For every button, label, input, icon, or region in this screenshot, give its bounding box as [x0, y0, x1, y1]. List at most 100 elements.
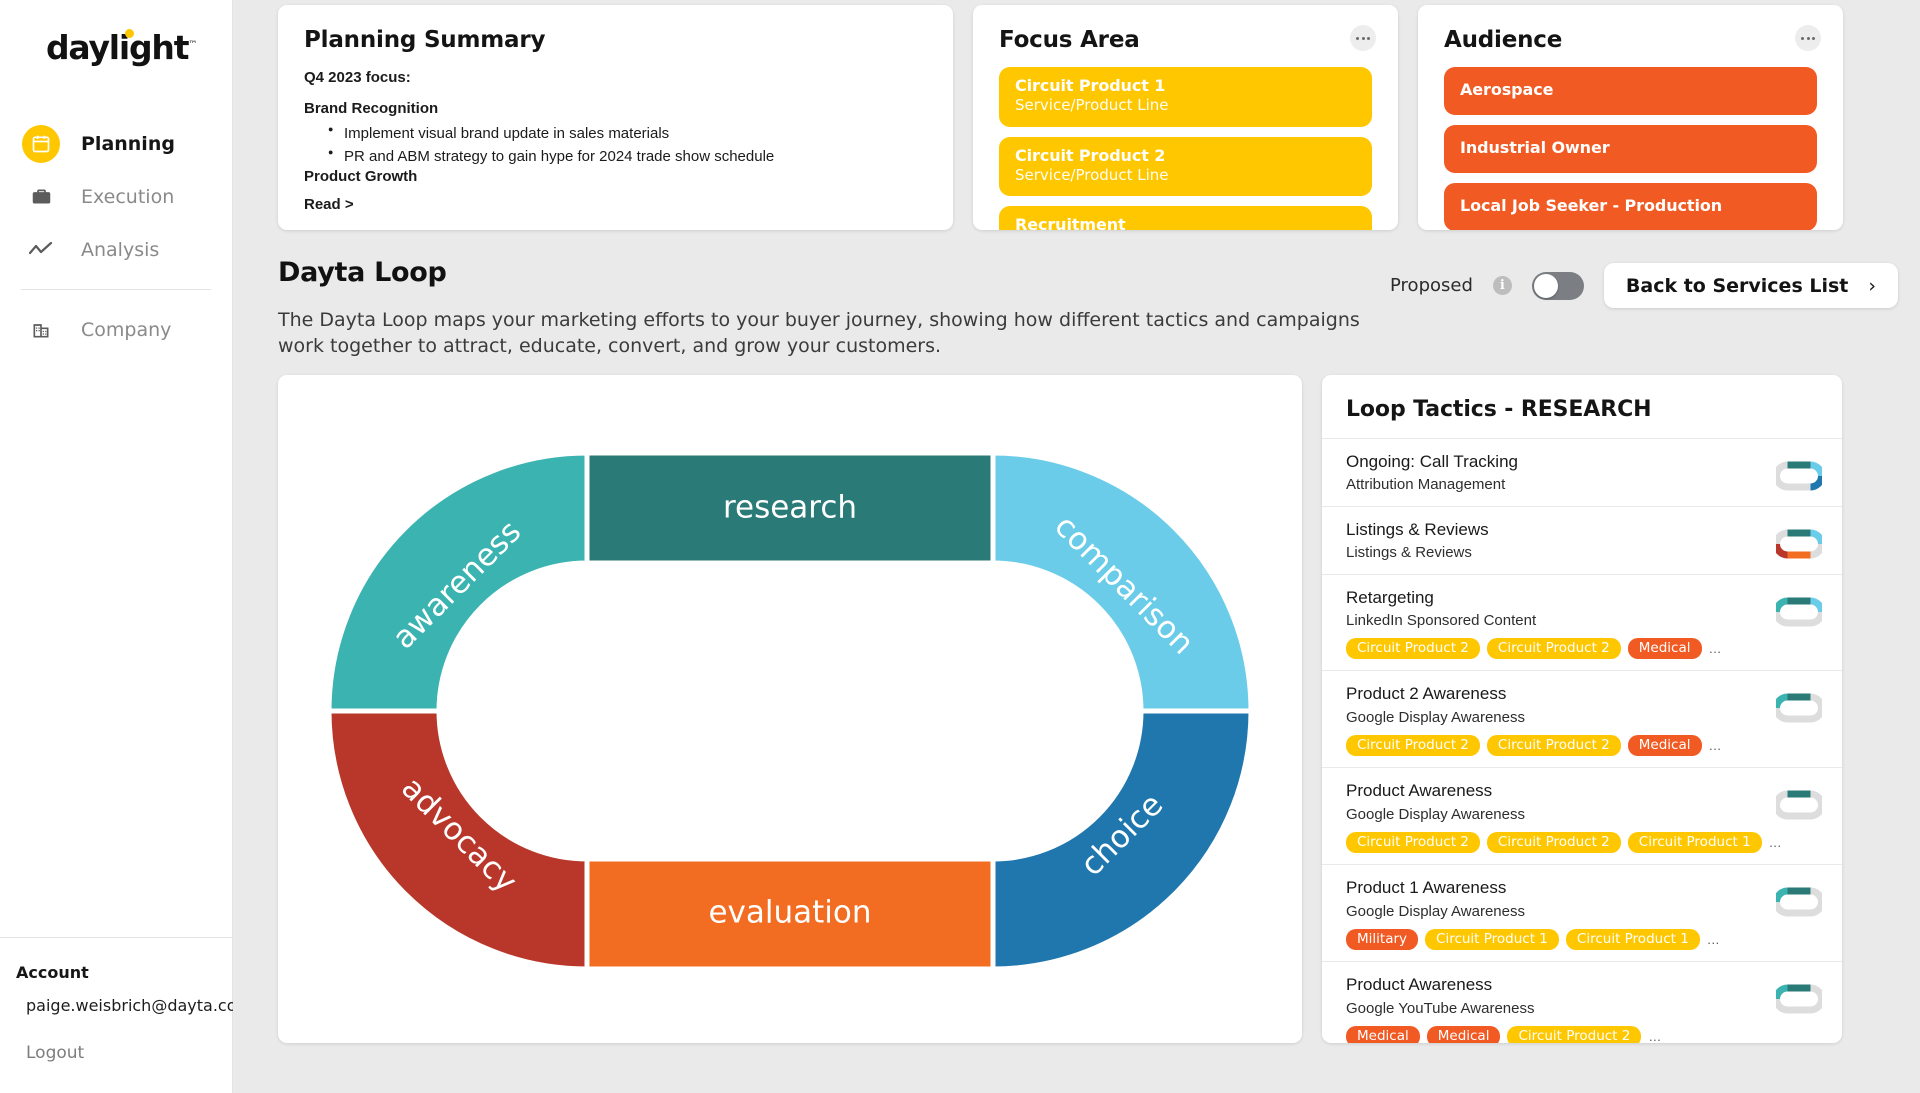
dayta-loop-svg: awareness research comparison choice eva… [326, 450, 1254, 972]
tactic-row[interactable]: Listings & Reviews Listings & Reviews [1322, 505, 1842, 574]
tag[interactable]: Circuit Product 2 [1346, 735, 1480, 757]
tactic-main: Listings & Reviews Listings & Reviews [1346, 519, 1766, 563]
briefcase-icon [22, 178, 60, 216]
loop-title-column: Dayta Loop The Dayta Loop maps your mark… [278, 257, 1390, 360]
tactic-subtitle: LinkedIn Sponsored Content [1346, 612, 1537, 630]
logo-dot-icon [125, 29, 134, 38]
tag[interactable]: Circuit Product 2 [1486, 832, 1621, 854]
list-item[interactable]: Circuit Product 1 Service/Product Line [999, 67, 1372, 127]
audience-card: Audience Aerospace Industrial Owner Loca… [1418, 5, 1843, 230]
sidebar-item-label: Analysis [81, 238, 160, 261]
audience-title: Audience [1444, 27, 1563, 53]
summary-section-heading: Brand Recognition [304, 100, 439, 118]
summary-section-heading: Product Growth [304, 168, 418, 186]
audience-item-name: Local Job Seeker - Production [1460, 196, 1723, 215]
focus-item-name: Circuit Product 2 [1015, 145, 1166, 165]
tag-row: Circuit Product 2 Circuit Product 2 Medica… [1346, 638, 1766, 660]
list-item[interactable]: Industrial Owner [1444, 125, 1817, 173]
tactic-row[interactable]: Product 1 Awareness Google Display Awaren… [1322, 864, 1842, 961]
kebab-menu-icon[interactable] [1350, 25, 1376, 51]
summary-bullet-list: Implement visual brand update in sales m… [304, 122, 927, 169]
mini-loop-icon [1776, 529, 1822, 559]
list-item[interactable]: Circuit Product 2 Service/Product Line [999, 136, 1372, 196]
sidebar-item-label: Planning [81, 132, 175, 155]
tactic-row[interactable]: Retargeting LinkedIn Sponsored Content Cir… [1322, 573, 1842, 671]
main-content: Planning Summary Q4 2023 focus: Brand Re… [233, 0, 1920, 1093]
tactic-name: Product 1 Awareness [1346, 878, 1507, 898]
tag[interactable]: Circuit Product 2 [1486, 735, 1621, 757]
tactic-subtitle: Google Display Awareness [1346, 709, 1525, 727]
tag[interactable]: Circuit Product 2 [1346, 832, 1480, 854]
more-tags-indicator[interactable]: … [1707, 932, 1720, 947]
audience-item-name: Aerospace [1460, 80, 1554, 99]
kebab-menu-icon[interactable] [1795, 25, 1821, 51]
tag[interactable]: Circuit Product 2 [1486, 638, 1621, 660]
tactic-name: Ongoing: Call Tracking [1346, 451, 1518, 471]
planning-summary-body: Q4 2023 focus: Brand Recognition Impleme… [304, 69, 927, 215]
mini-loop-icon [1776, 461, 1822, 491]
app-root: daylight™ Planning Execution Analysis Co… [0, 0, 1920, 1093]
planning-summary-card: Planning Summary Q4 2023 focus: Brand Re… [278, 5, 953, 230]
list-item[interactable]: Aerospace [1444, 67, 1817, 115]
sidebar-item-company[interactable]: Company [0, 303, 232, 356]
more-tags-indicator[interactable]: … [1709, 641, 1722, 656]
tag[interactable]: Circuit Product 1 [1425, 929, 1559, 951]
tactic-name: Product 2 Awareness [1346, 684, 1507, 704]
page-title: Planning Summary [304, 27, 546, 53]
back-to-services-list-button[interactable]: Back to Services List › [1603, 263, 1898, 308]
more-tags-indicator[interactable]: … [1648, 1029, 1661, 1042]
loop-label-research: research [723, 489, 857, 525]
sidebar-divider [21, 289, 211, 290]
tactic-row[interactable]: Product Awareness Google YouTube Awarenes… [1322, 961, 1842, 1043]
audience-item-name: Industrial Owner [1460, 138, 1610, 157]
sidebar-item-label: Company [81, 318, 172, 341]
sidebar-item-planning[interactable]: Planning [0, 117, 232, 170]
tactics-list: Ongoing: Call Tracking Attribution Manage… [1322, 437, 1842, 1043]
sidebar-item-execution[interactable]: Execution [0, 170, 232, 223]
tag[interactable]: Circuit Product 1 [1627, 832, 1762, 854]
focus-area-title: Focus Area [999, 27, 1140, 53]
focus-line: Q4 2023 focus: [304, 69, 411, 86]
info-icon[interactable]: i [1492, 276, 1512, 295]
loop-content-row: awareness research comparison choice eva… [233, 360, 1920, 1043]
tactic-row[interactable]: Product Awareness Google Display Awarenes… [1322, 767, 1842, 864]
more-tags-indicator[interactable]: … [1709, 738, 1722, 753]
focus-item-sub: Service/Product Line [1015, 165, 1169, 184]
audience-list: Aerospace Industrial Owner Local Job See… [1444, 67, 1817, 230]
loop-header-controls: Proposed i Back to Services List › [1390, 257, 1898, 308]
tactic-subtitle: Google Display Awareness [1346, 903, 1525, 921]
tag[interactable]: Medical [1426, 1026, 1501, 1043]
tag[interactable]: Circuit Product 2 [1346, 638, 1480, 660]
loop-tactics-panel: Loop Tactics - RESEARCH Ongoing: Call Tr… [1322, 374, 1842, 1043]
tactic-row[interactable]: Ongoing: Call Tracking Attribution Manage… [1322, 437, 1842, 506]
tag[interactable]: Medical [1627, 638, 1702, 660]
list-item: Implement visual brand update in sales m… [304, 122, 927, 145]
list-item[interactable]: Local Job Seeker - Production [1444, 183, 1817, 230]
tag[interactable]: Medical [1346, 1026, 1420, 1043]
logout-link[interactable]: Logout [16, 1043, 214, 1063]
brand-logo[interactable]: daylight™ [0, 0, 232, 67]
tactic-row[interactable]: Product 2 Awareness Google Display Awaren… [1322, 670, 1842, 767]
account-heading: Account [16, 962, 89, 982]
tag[interactable]: Military [1346, 929, 1419, 951]
focus-item-name: Circuit Product 1 [1015, 76, 1166, 95]
summary-cards-row: Planning Summary Q4 2023 focus: Brand Re… [233, 0, 1920, 235]
more-tags-indicator[interactable]: … [1769, 835, 1782, 850]
tactic-name: Product Awareness [1346, 781, 1493, 801]
list-item[interactable]: Recruitment Employee Experience [999, 206, 1372, 230]
tag[interactable]: Medical [1627, 735, 1702, 757]
section-description: The Dayta Loop maps your marketing effor… [278, 309, 1360, 357]
proposed-label: Proposed [1390, 275, 1473, 296]
tactics-panel-title: Loop Tactics - RESEARCH [1346, 396, 1652, 422]
sidebar-nav: Planning Execution Analysis Company [0, 117, 232, 356]
tactic-main: Product 2 Awareness Google Display Awaren… [1346, 683, 1766, 757]
proposed-toggle[interactable] [1531, 271, 1584, 300]
focus-item-sub: Service/Product Line [1015, 96, 1169, 114]
section-title: Dayta Loop [278, 257, 447, 288]
tag[interactable]: Circuit Product 1 [1565, 929, 1700, 951]
tag-row: Circuit Product 2 Circuit Product 2 Medica… [1346, 735, 1766, 757]
account-email: paige.weisbrich@dayta.com [26, 995, 253, 1015]
read-more-link[interactable]: Read > [304, 196, 927, 214]
tag[interactable]: Circuit Product 2 [1507, 1026, 1642, 1043]
sidebar-item-analysis[interactable]: Analysis [0, 223, 232, 276]
